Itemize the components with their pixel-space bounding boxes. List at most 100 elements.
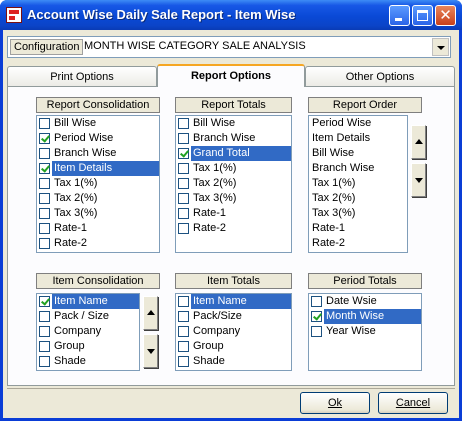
- close-button[interactable]: ✕: [435, 5, 456, 26]
- ok-button[interactable]: Ok: [300, 392, 370, 414]
- checkbox[interactable]: [178, 356, 189, 367]
- title-bar[interactable]: Account Wise Daily Sale Report - Item Wi…: [0, 0, 462, 30]
- list-item[interactable]: Tax 3(%): [176, 191, 291, 206]
- tab-strip: Print Options Report Options Other Optio…: [7, 64, 455, 87]
- report-order-move-up-button[interactable]: [411, 125, 426, 159]
- cancel-button[interactable]: Cancel: [378, 392, 448, 414]
- checkbox[interactable]: [311, 296, 322, 307]
- list-item[interactable]: Tax 2(%): [309, 191, 407, 206]
- list-item[interactable]: Tax 2(%): [176, 176, 291, 191]
- checkbox[interactable]: [178, 178, 189, 189]
- checkbox[interactable]: [39, 148, 50, 159]
- item-consolidation-move-down-button[interactable]: [143, 334, 158, 368]
- list-item-label: Company: [193, 325, 241, 337]
- configuration-value[interactable]: MONTH WISE CATEGORY SALE ANALYSIS: [84, 40, 306, 52]
- tab-other-options[interactable]: Other Options: [305, 66, 455, 86]
- checkbox[interactable]: [39, 326, 50, 337]
- report-options-panel: Report Consolidation Bill Wise Period Wis…: [7, 86, 455, 386]
- list-item[interactable]: Branch Wise: [176, 131, 291, 146]
- list-item[interactable]: Group: [37, 339, 139, 354]
- item-consolidation-move-up-button[interactable]: [143, 296, 158, 330]
- list-item-label: Rate-1: [193, 207, 227, 219]
- configuration-dropdown-button[interactable]: [432, 38, 449, 56]
- list-item[interactable]: Rate-1: [176, 206, 291, 221]
- checkbox[interactable]: [178, 296, 189, 307]
- list-item[interactable]: Bill Wise: [309, 146, 407, 161]
- list-item[interactable]: Month Wise: [309, 309, 421, 324]
- list-item[interactable]: Tax 2(%): [37, 191, 159, 206]
- list-item[interactable]: Bill Wise: [176, 116, 291, 131]
- list-item[interactable]: Period Wise: [309, 116, 407, 131]
- list-item[interactable]: Grand Total: [176, 146, 291, 161]
- list-item[interactable]: Tax 1(%): [37, 176, 159, 191]
- checkbox[interactable]: [178, 163, 189, 174]
- checkbox[interactable]: [39, 178, 50, 189]
- checkbox[interactable]: [39, 296, 50, 307]
- list-item[interactable]: Company: [176, 324, 291, 339]
- checkbox[interactable]: [39, 118, 50, 129]
- configuration-combo[interactable]: Configuration MONTH WISE CATEGORY SALE A…: [7, 36, 451, 58]
- checkbox[interactable]: [178, 341, 189, 352]
- list-item[interactable]: Rate-2: [37, 236, 159, 251]
- list-item[interactable]: Tax 3(%): [37, 206, 159, 221]
- report-order-move-down-button[interactable]: [411, 163, 426, 197]
- list-item[interactable]: Item Details: [37, 161, 159, 176]
- report-consolidation-list[interactable]: Bill Wise Period Wise Branch Wise Item Deta…: [36, 115, 160, 253]
- list-item[interactable]: Year Wise: [309, 324, 421, 339]
- maximize-button[interactable]: [412, 5, 433, 26]
- list-item[interactable]: Rate-1: [309, 221, 407, 236]
- checkbox[interactable]: [178, 326, 189, 337]
- cancel-button-label: Cancel: [395, 397, 431, 409]
- report-order-list[interactable]: Period Wise Item Details Bill Wise Branch W…: [308, 115, 408, 253]
- list-item[interactable]: Rate-2: [176, 221, 291, 236]
- list-item[interactable]: Tax 1(%): [176, 161, 291, 176]
- minimize-button[interactable]: [389, 5, 410, 26]
- checkbox[interactable]: [39, 238, 50, 249]
- list-item[interactable]: Bill Wise: [37, 116, 159, 131]
- checkbox[interactable]: [39, 223, 50, 234]
- checkbox[interactable]: [178, 133, 189, 144]
- list-item[interactable]: Item Name: [37, 294, 139, 309]
- item-consolidation-list[interactable]: Item Name Pack / Size Company Group Shade: [36, 293, 140, 371]
- checkbox[interactable]: [178, 223, 189, 234]
- checkbox[interactable]: [178, 311, 189, 322]
- checkbox[interactable]: [39, 163, 50, 174]
- window-title: Account Wise Daily Sale Report - Item Wi…: [27, 7, 296, 22]
- checkbox[interactable]: [39, 133, 50, 144]
- list-item[interactable]: Shade: [37, 354, 139, 369]
- list-item[interactable]: Shade: [176, 354, 291, 369]
- checkbox[interactable]: [39, 341, 50, 352]
- checkbox[interactable]: [39, 208, 50, 219]
- list-item[interactable]: Pack / Size: [37, 309, 139, 324]
- list-item[interactable]: Group: [176, 339, 291, 354]
- list-item[interactable]: Item Details: [309, 131, 407, 146]
- tab-report-options[interactable]: Report Options: [157, 64, 305, 87]
- tab-print-options[interactable]: Print Options: [7, 66, 157, 86]
- checkbox[interactable]: [39, 356, 50, 367]
- list-item[interactable]: Branch Wise: [309, 161, 407, 176]
- checkbox[interactable]: [178, 148, 189, 159]
- checkbox[interactable]: [178, 208, 189, 219]
- list-item[interactable]: Date Wsie: [309, 294, 421, 309]
- list-item[interactable]: Branch Wise: [37, 146, 159, 161]
- list-item[interactable]: Pack/Size: [176, 309, 291, 324]
- list-item[interactable]: Rate-1: [37, 221, 159, 236]
- list-item[interactable]: Tax 1(%): [309, 176, 407, 191]
- list-item[interactable]: Tax 3(%): [309, 206, 407, 221]
- checkbox[interactable]: [178, 193, 189, 204]
- checkbox[interactable]: [39, 193, 50, 204]
- list-item[interactable]: Rate-2: [309, 236, 407, 251]
- minimize-icon: [395, 18, 402, 21]
- checkbox[interactable]: [178, 118, 189, 129]
- ok-button-label: Ok: [327, 397, 343, 409]
- checkbox[interactable]: [311, 311, 322, 322]
- list-item[interactable]: Item Name: [176, 294, 291, 309]
- checkbox[interactable]: [311, 326, 322, 337]
- list-item[interactable]: Period Wise: [37, 131, 159, 146]
- report-totals-list[interactable]: Bill Wise Branch Wise Grand Total Tax 1(%) T…: [175, 115, 292, 253]
- period-totals-list[interactable]: Date Wsie Month Wise Year Wise: [308, 293, 422, 371]
- item-totals-list[interactable]: Item Name Pack/Size Company Group Shade: [175, 293, 292, 371]
- checkbox[interactable]: [39, 311, 50, 322]
- list-item[interactable]: Company: [37, 324, 139, 339]
- list-item-label: Year Wise: [326, 325, 376, 337]
